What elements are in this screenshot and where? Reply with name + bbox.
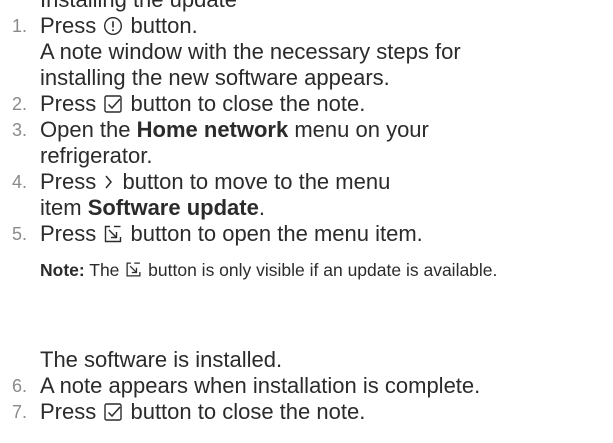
step-text-pre: Press xyxy=(40,169,103,194)
step-4-detail-pre: item xyxy=(40,195,88,220)
step-number: 1. xyxy=(12,16,28,36)
step-1-detail-line-1: A note window with the necessary steps f… xyxy=(40,39,461,64)
step-text: Press button to close the note. xyxy=(40,399,365,425)
step-number: 2. xyxy=(12,94,28,114)
note-text-post: button is only visible if an update is a… xyxy=(143,260,498,280)
info-circle-icon xyxy=(103,16,123,36)
step-number: 7. xyxy=(12,402,28,422)
result-text: The software is installed. xyxy=(40,347,283,372)
step-1-detail-line-2: installing the new software appears. xyxy=(40,65,390,90)
step-text: Press button. xyxy=(40,13,198,39)
step-text-pre: Press xyxy=(40,13,103,38)
download-box-icon xyxy=(103,224,123,244)
step-text-post: button to move to the menu xyxy=(116,169,391,194)
step-number: 4. xyxy=(12,172,28,192)
step-text-post: button. xyxy=(124,13,198,38)
step-text-post: button to close the note. xyxy=(124,91,366,116)
step-text: Open the Home network menu on your xyxy=(40,117,429,143)
step-text-post: button to close the note. xyxy=(124,399,366,424)
step-text-post: menu on your xyxy=(288,117,429,142)
chevron-right-icon xyxy=(103,172,115,192)
step-number: 3. xyxy=(12,120,28,140)
step-4-detail-post: . xyxy=(258,195,265,220)
step-3-detail: refrigerator. xyxy=(40,143,153,168)
step-number: 6. xyxy=(12,376,28,396)
section-heading-cutoff: Installing the update xyxy=(40,0,237,13)
note-text-pre: The xyxy=(84,260,125,280)
step-4-detail: item Software update. xyxy=(40,195,265,221)
download-box-icon xyxy=(125,261,142,278)
step-text-post: button to open the menu item. xyxy=(124,221,423,246)
step-text: Press button to open the menu item. xyxy=(40,221,423,247)
menu-name-home-network: Home network xyxy=(136,117,289,142)
step-text-pre: Press xyxy=(40,221,103,246)
step-text-pre: Press xyxy=(40,91,103,116)
menu-item-software-update: Software update xyxy=(87,195,259,220)
note-label: Note: xyxy=(40,260,85,280)
step-text: Press button to close the note. xyxy=(40,91,365,117)
step-text-pre: Open the xyxy=(40,117,137,142)
checkbox-check-icon xyxy=(103,94,123,114)
checkbox-check-icon xyxy=(103,402,123,422)
note-box: Note: The button is only visible if an u… xyxy=(40,259,610,281)
step-text: Press button to move to the menu xyxy=(40,169,390,195)
step-text: A note appears when installation is comp… xyxy=(40,373,481,398)
step-text-pre: Press xyxy=(40,399,103,424)
step-number: 5. xyxy=(12,224,28,244)
